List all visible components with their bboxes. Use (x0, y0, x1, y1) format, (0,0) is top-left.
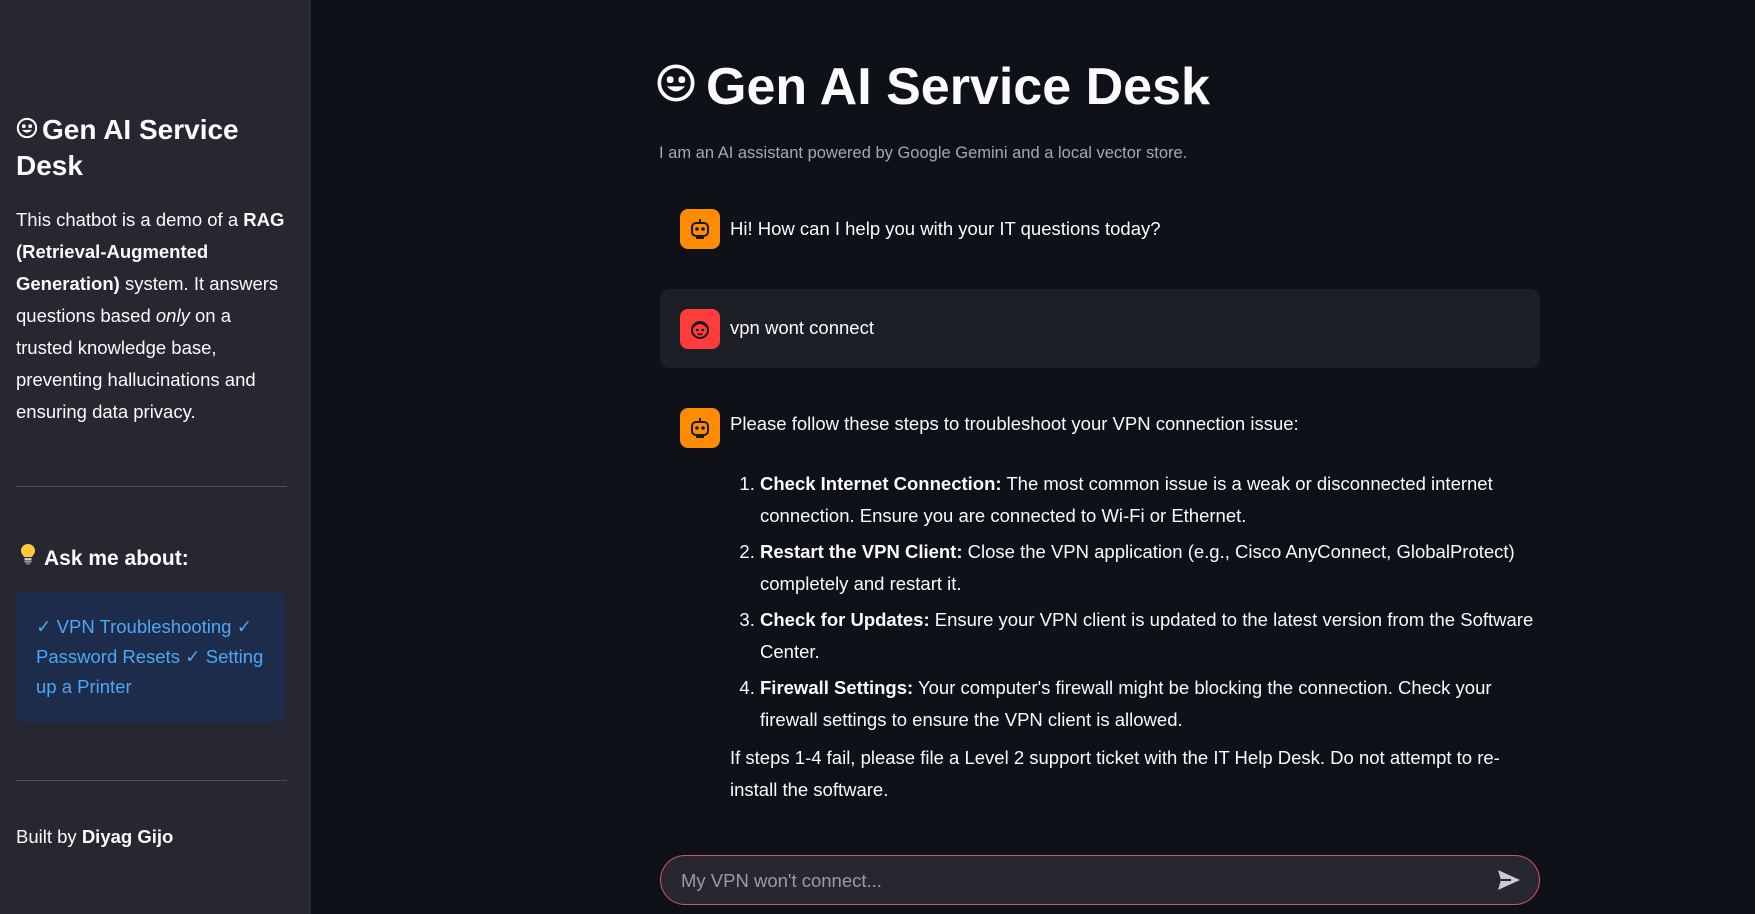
sidebar-description: This chatbot is a demo of a RAG (Retriev… (16, 204, 286, 428)
sidebar: Gen AI Service Desk This chatbot is a de… (0, 0, 311, 914)
assistant-answer: Please follow these steps to troubleshoo… (660, 408, 1540, 818)
step-item: Check for Updates: Ensure your VPN clien… (760, 604, 1550, 668)
page-subtitle: I am an AI assistant powered by Google G… (659, 144, 1188, 162)
sidebar-title: Gen AI Service Desk (16, 112, 276, 184)
step-title: Firewall Settings: (760, 677, 914, 698)
desc-text-1: This chatbot is a demo of a (16, 209, 244, 230)
sidebar-divider (16, 486, 287, 487)
step-item: Restart the VPN Client: Close the VPN ap… (760, 536, 1550, 600)
step-item: Check Internet Connection: The most comm… (760, 468, 1550, 532)
answer-intro: Please follow these steps to troubleshoo… (730, 413, 1299, 434)
step-title: Restart the VPN Client: (760, 541, 963, 562)
author-name: Diyag Gijo (81, 826, 174, 847)
desc-italic-only: only (155, 305, 190, 326)
user-message-text: vpn wont connect (730, 317, 874, 338)
assistant-greeting-text: Hi! How can I help you with your IT ques… (730, 218, 1161, 239)
send-button[interactable] (1497, 869, 1521, 891)
ask-heading-text: Ask me about: (44, 547, 189, 570)
answer-closing: If steps 1-4 fail, please file a Level 2… (730, 747, 1500, 800)
robot-icon (680, 209, 720, 249)
sidebar-title-text: Gen AI Service Desk (16, 114, 239, 181)
step-title: Check Internet Connection: (760, 473, 1002, 494)
built-by: Built by Diyag Gijo (16, 826, 173, 848)
sidebar-divider-2 (16, 780, 287, 781)
step-title: Check for Updates: (760, 609, 930, 630)
step-item: Firewall Settings: Your computer's firew… (760, 672, 1550, 736)
send-icon[interactable] (1497, 869, 1521, 891)
page-title: Gen AI Service Desk (656, 55, 1210, 119)
assistant-message: Hi! How can I help you with your IT ques… (660, 205, 1540, 255)
page-title-text: Gen AI Service Desk (706, 58, 1210, 116)
grinning-face-icon (16, 112, 38, 148)
lightbulb-icon (20, 543, 36, 571)
chat-input-box[interactable] (660, 855, 1540, 905)
ask-heading: Ask me about: (20, 543, 189, 571)
built-by-prefix: Built by (16, 826, 82, 847)
chat-input[interactable] (679, 856, 1463, 905)
user-face-icon (680, 309, 720, 349)
robot-icon (680, 408, 720, 448)
topics-box: ✓ VPN Troubleshooting ✓ Password Resets … (16, 592, 286, 722)
user-message: vpn wont connect (660, 289, 1540, 368)
steps-list: Check Internet Connection: The most comm… (730, 468, 1550, 740)
grinning-face-icon (656, 54, 696, 118)
